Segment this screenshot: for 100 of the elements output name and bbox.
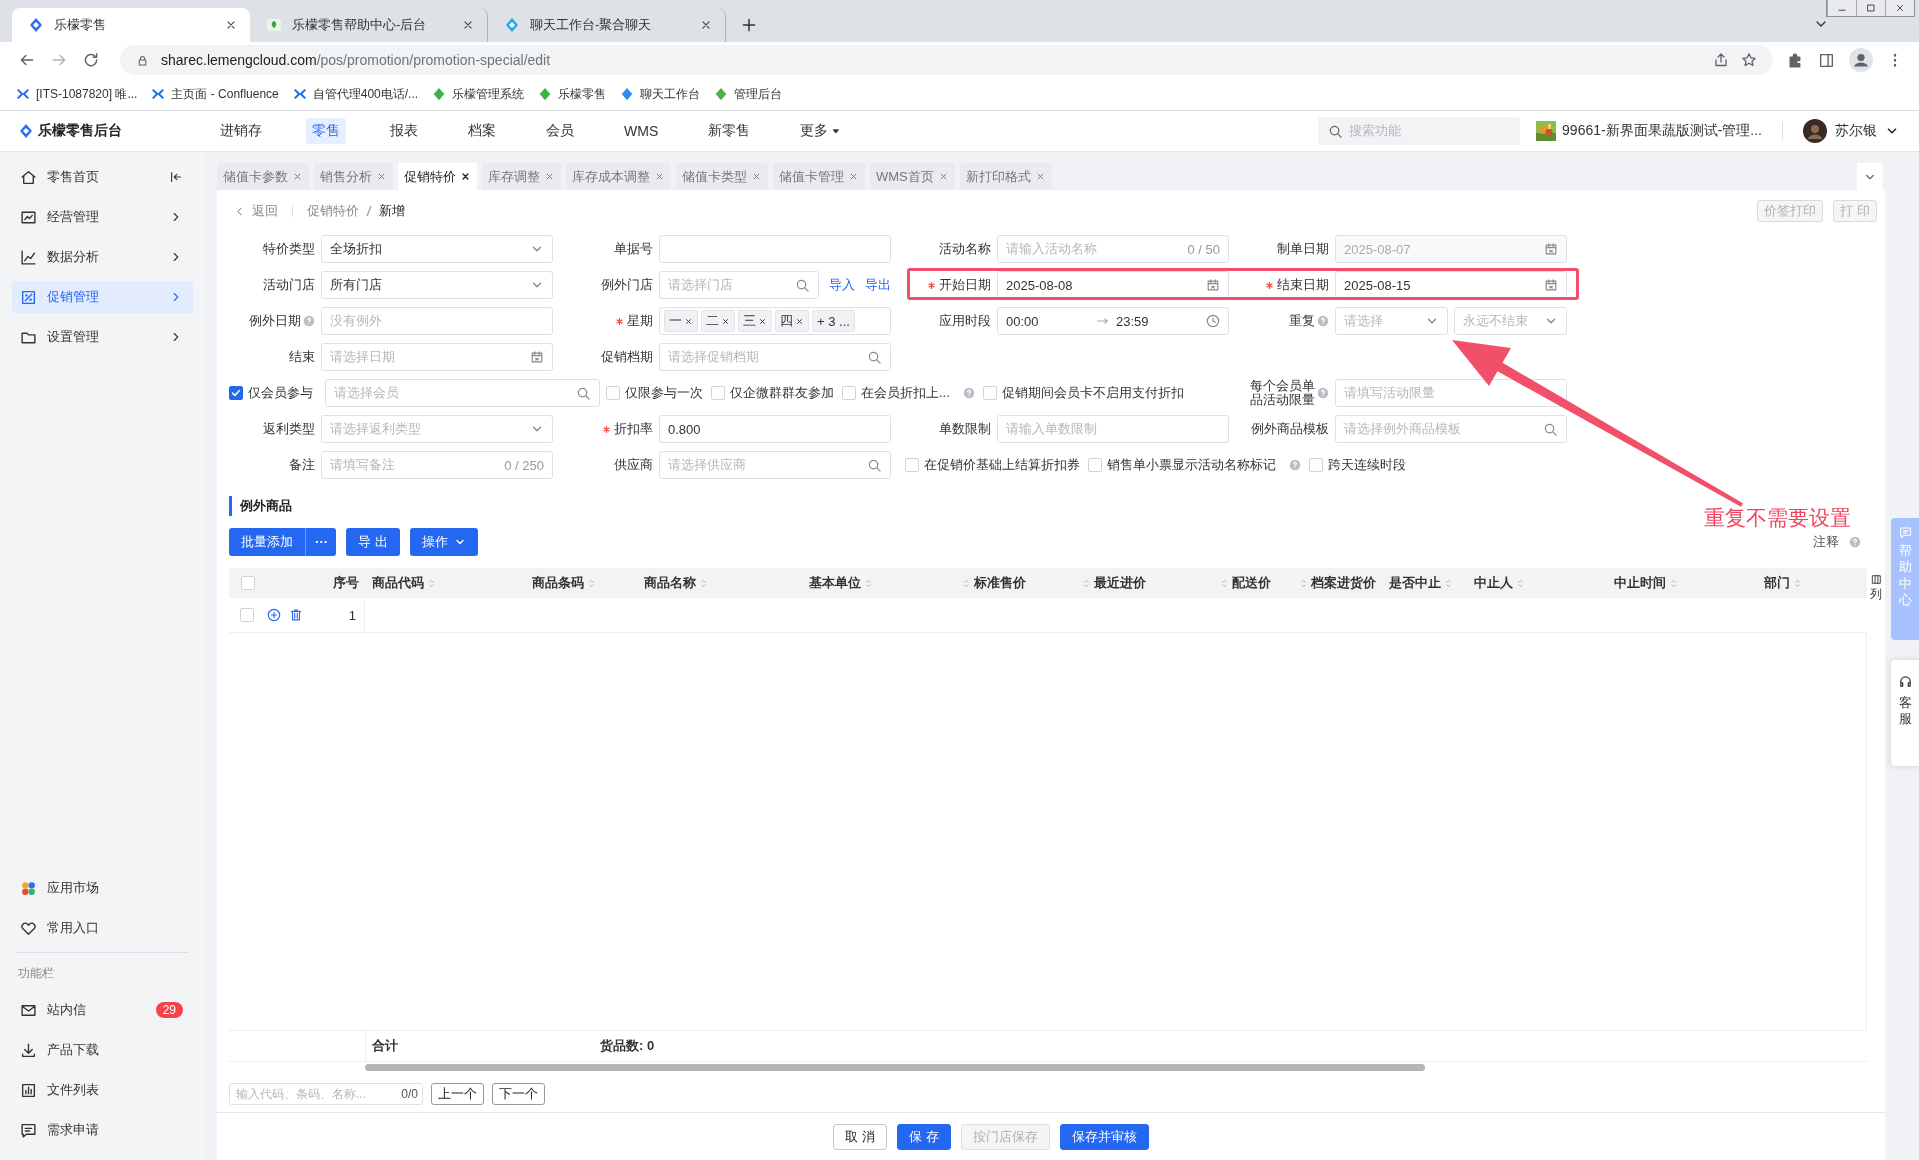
page-tab[interactable]: 库存成本调整 — [566, 163, 671, 190]
page-tab[interactable]: 新打印格式 — [959, 163, 1052, 190]
find-field[interactable]: 输入代码、条码、名称... 0/0 — [229, 1083, 423, 1105]
column-header[interactable]: 是否中止 — [1382, 568, 1467, 598]
help-icon[interactable] — [1317, 387, 1329, 399]
remove-icon[interactable] — [758, 316, 767, 326]
weekday-tag[interactable]: 二 — [701, 310, 735, 332]
profile-icon[interactable] — [1849, 48, 1873, 72]
next-button[interactable]: 下一个 — [492, 1083, 545, 1105]
column-header[interactable]: 最近进价 — [1032, 568, 1152, 598]
dropdown[interactable]: 全场折扣 — [321, 235, 553, 263]
scrollbar-thumb[interactable] — [365, 1064, 1425, 1071]
bookmark[interactable]: 聊天工作台 — [620, 85, 701, 103]
bookmark-star-icon[interactable] — [1741, 52, 1757, 68]
remove-icon[interactable] — [795, 316, 804, 326]
user-menu[interactable]: 苏尔银 — [1803, 119, 1899, 143]
more-button[interactable] — [305, 528, 336, 556]
column-settings-link[interactable]: 列 — [1870, 586, 1882, 603]
nav-item[interactable]: 进销存 — [214, 118, 268, 144]
reload-icon[interactable] — [82, 51, 100, 69]
nav-item[interactable]: 报表 — [384, 118, 424, 144]
column-header[interactable]: 中止人 — [1467, 568, 1607, 598]
cancel-button[interactable]: 取 消 — [833, 1123, 887, 1150]
batch-add-button[interactable]: 批量添加 — [229, 528, 305, 556]
customer-service-tab[interactable]: 客服 — [1891, 660, 1919, 766]
sidebar-item[interactable]: 产品下载 — [12, 1034, 193, 1066]
close-icon[interactable] — [699, 18, 713, 32]
help-icon[interactable] — [1289, 459, 1301, 471]
tag-select-field[interactable]: 一 二 三 四 + 3 ... — [659, 307, 891, 335]
close-icon[interactable] — [461, 18, 475, 32]
side-panel-icon[interactable] — [1818, 51, 1835, 69]
column-header[interactable]: 档案进货价 — [1277, 568, 1382, 598]
dropdown[interactable]: 所有门店 — [321, 271, 553, 299]
page-tab[interactable]: WMS首页 — [870, 163, 955, 190]
bookmark[interactable]: 自管代理400电话/... — [292, 85, 419, 103]
weekday-tag[interactable]: 一 — [664, 310, 698, 332]
date-field[interactable]: 2025-08-08 — [997, 271, 1229, 299]
share-icon[interactable] — [1713, 52, 1729, 68]
bookmark[interactable]: 管理后台 — [714, 85, 783, 103]
page-tab[interactable]: 促销特价 — [398, 163, 477, 190]
back-link[interactable]: 返回 — [233, 202, 278, 220]
previous-button[interactable]: 上一个 — [431, 1083, 484, 1105]
text-link[interactable]: 导出 — [865, 276, 891, 294]
new-tab-icon[interactable] — [740, 16, 758, 34]
column-header[interactable]: 商品代码 — [365, 568, 525, 598]
column-header[interactable]: 序号 — [265, 568, 365, 598]
column-header[interactable]: 基本单位 — [802, 568, 907, 598]
sidebar-item[interactable]: 促销管理 — [12, 281, 193, 313]
browser-tab[interactable]: 聊天工作台-聚合聊天 — [488, 8, 726, 42]
sidebar-item[interactable]: 经营管理 — [12, 201, 193, 233]
remove-icon[interactable] — [684, 316, 693, 326]
text-link[interactable]: 导入 — [829, 276, 855, 294]
bookmark[interactable]: 乐檬零售 — [538, 85, 607, 103]
nav-item[interactable]: 新零售 — [702, 118, 757, 144]
column-header[interactable]: 商品条码 — [525, 568, 637, 598]
sidebar-item[interactable]: 需求申请 — [12, 1114, 193, 1146]
time-range-field[interactable]: 00:00 23:59 — [997, 307, 1229, 335]
nav-item[interactable]: 档案 — [462, 118, 502, 144]
checkbox[interactable] — [229, 386, 243, 400]
delete-icon[interactable] — [289, 608, 303, 622]
breadcrumb-link[interactable]: 促销特价 — [307, 202, 359, 220]
page-tab[interactable]: 储值卡参数 — [217, 163, 309, 190]
actions-button[interactable]: 操作 — [409, 528, 478, 556]
sidebar-item[interactable]: 应用市场 — [12, 872, 193, 904]
close-icon[interactable] — [224, 18, 238, 32]
sidebar-item[interactable]: 站内信 29 — [12, 994, 193, 1026]
help-icon[interactable] — [303, 315, 315, 327]
help-icon[interactable] — [1317, 315, 1329, 327]
column-header[interactable]: 部门 — [1757, 568, 1867, 598]
column-header[interactable]: 标准售价 — [907, 568, 1032, 598]
input-field[interactable] — [659, 235, 891, 263]
bookmark[interactable]: [ITS-1087820] 唯... — [16, 85, 138, 103]
nav-item[interactable]: 零售 — [306, 118, 346, 144]
sidebar-item[interactable]: 设置管理 — [12, 321, 193, 353]
nav-item[interactable]: WMS — [618, 118, 665, 144]
sidebar-item[interactable]: 常用入口 — [12, 912, 193, 944]
sidebar-item[interactable]: 零售首页 — [12, 161, 193, 193]
column-header[interactable]: 中止时间 — [1607, 568, 1757, 598]
address-bar[interactable]: sharec.lemengcloud.com/pos/promotion/promotion-special/edit — [120, 45, 1773, 75]
close-icon[interactable] — [460, 171, 471, 182]
nav-item[interactable]: 更多 — [794, 118, 848, 144]
sidebar-item[interactable]: 文件列表 — [12, 1074, 193, 1106]
help-icon[interactable] — [962, 387, 975, 399]
bookmark[interactable]: 乐檬管理系统 — [432, 85, 525, 103]
export-button[interactable]: 导 出 — [346, 528, 400, 556]
browser-tab[interactable]: 乐檬零售 — [12, 8, 250, 42]
weekday-tag[interactable]: 四 — [775, 310, 809, 332]
page-tab[interactable]: 销售分析 — [314, 163, 393, 190]
more-tag[interactable]: + 3 ... — [812, 310, 855, 332]
weekday-tag[interactable]: 三 — [738, 310, 772, 332]
column-header[interactable]: 商品名称 — [637, 568, 802, 598]
page-tab[interactable]: 储值卡管理 — [773, 163, 865, 190]
column-header[interactable]: 配送价 — [1152, 568, 1277, 598]
add-row-icon[interactable] — [267, 608, 281, 622]
note-link[interactable]: 注释 — [1813, 533, 1839, 551]
sidebar-item[interactable]: 数据分析 — [12, 241, 193, 273]
page-tab[interactable]: 储值卡类型 — [676, 163, 768, 190]
columns-icon[interactable] — [1870, 574, 1882, 585]
save-button[interactable]: 保 存 — [897, 1123, 951, 1150]
date-field[interactable]: 2025-08-15 — [1335, 271, 1567, 299]
